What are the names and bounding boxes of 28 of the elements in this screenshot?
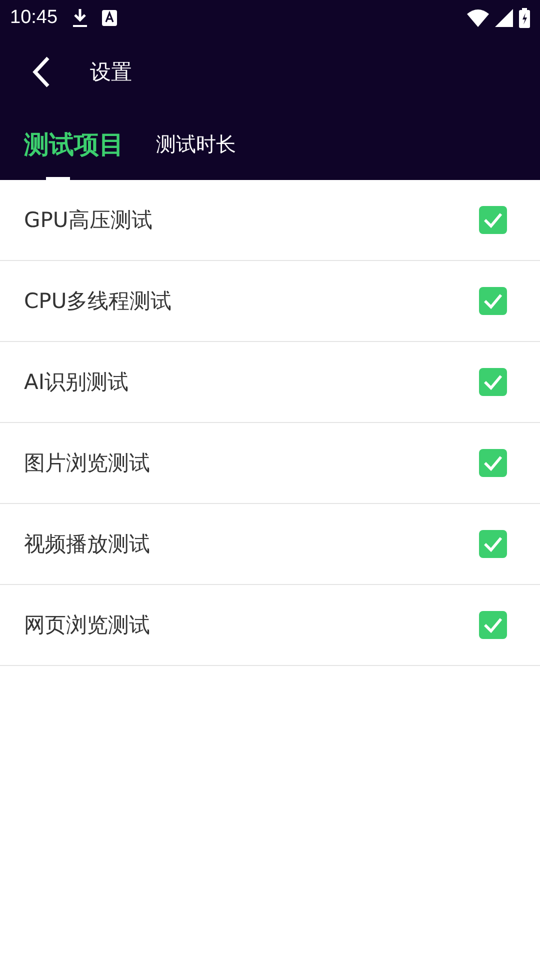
test-item-label: CPU多线程测试	[24, 288, 173, 315]
back-icon	[31, 56, 51, 88]
checkbox[interactable]	[479, 611, 507, 639]
tab[interactable]: 测试时长	[140, 108, 252, 180]
page-title: 设置	[90, 59, 132, 86]
checkmark-icon	[483, 455, 503, 471]
battery-icon	[519, 8, 530, 28]
checkmark-icon	[483, 536, 503, 552]
checkbox[interactable]	[479, 530, 507, 558]
test-item-label: AI识别测试	[24, 369, 130, 396]
test-item-label: 网页浏览测试	[24, 612, 151, 639]
keyboard-icon	[102, 10, 117, 26]
checkmark-icon	[483, 374, 503, 390]
test-item-label: GPU高压测试	[24, 207, 154, 234]
checkbox[interactable]	[479, 206, 507, 234]
download-icon	[72, 8, 88, 28]
checkbox[interactable]	[479, 368, 507, 396]
status-time: 10:45	[10, 7, 58, 29]
checkbox[interactable]	[479, 449, 507, 477]
wifi-icon	[467, 9, 489, 27]
signal-icon	[495, 9, 513, 27]
checkmark-icon	[483, 293, 503, 309]
test-item-label: 图片浏览测试	[24, 450, 151, 477]
tab[interactable]: 测试项目	[8, 108, 140, 180]
checkmark-icon	[483, 617, 503, 633]
test-item-label: 视频播放测试	[24, 531, 151, 558]
checkbox[interactable]	[479, 287, 507, 315]
checkmark-icon	[483, 212, 503, 228]
